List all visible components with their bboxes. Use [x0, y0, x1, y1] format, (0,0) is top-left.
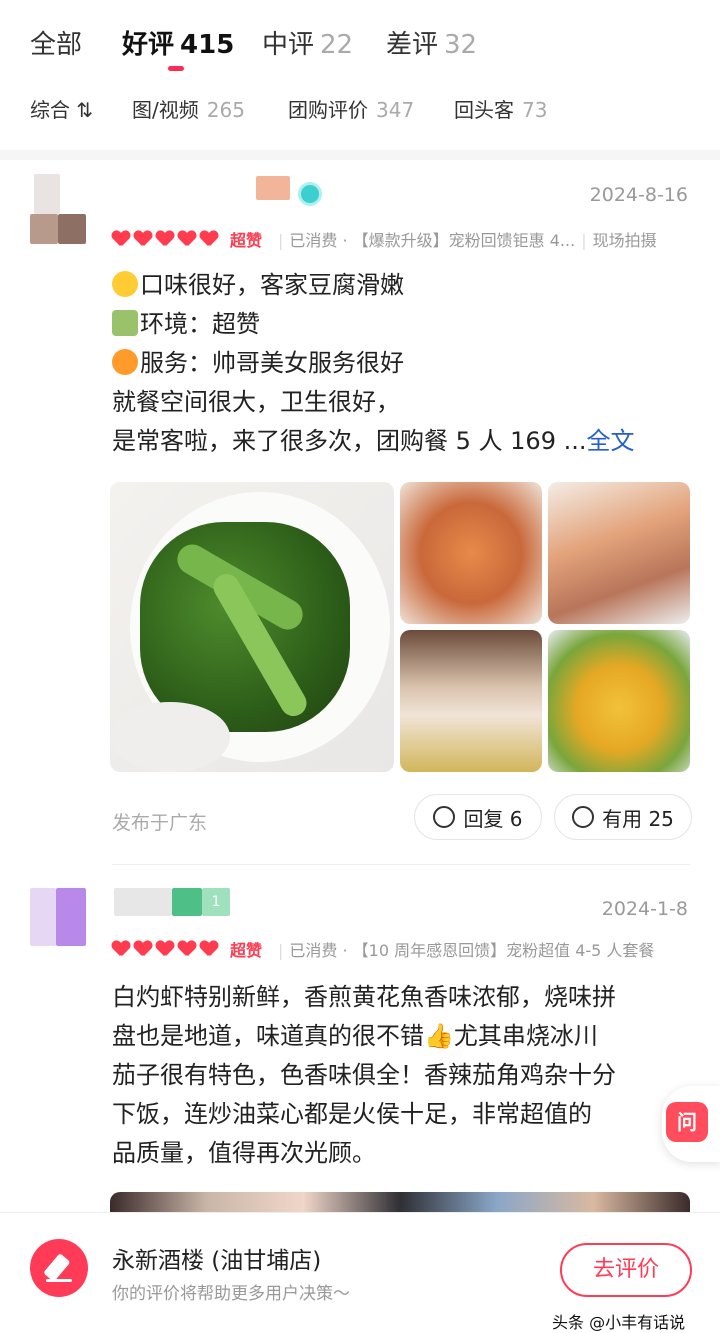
filter-returning[interactable]: 回头客 73: [454, 94, 547, 123]
tab-label: 好评: [122, 30, 175, 60]
useful-label: 有用 25: [602, 806, 674, 831]
review-photo-scallops[interactable]: [400, 482, 542, 624]
smile-emoji-icon: [112, 271, 138, 297]
heart-icon: [178, 231, 196, 247]
review-line: 是常客啦，来了很多次，团购餐 5 人 169 ...: [112, 427, 587, 455]
review-text: 白灼虾特别新鲜，香煎黄花魚香味浓郁，烧味拼 盘也是地道，味道真的很不错👍尤其串烧…: [112, 978, 697, 1173]
review-card: 2024-8-16 超赞 | 已消费 · 【爆款升级】宠粉回馈钜惠 4... | 现场…: [0, 160, 720, 865]
review-photo-platters[interactable]: [548, 482, 690, 624]
level-badge-icon: [298, 182, 322, 206]
house-emoji-icon: [112, 310, 138, 336]
rating-word: 超赞: [230, 231, 263, 250]
review-date: 2024-8-16: [589, 184, 688, 206]
review-line: 茄子很有特色，色香味俱全！香辣茄角鸡杂十分: [112, 1061, 616, 1089]
full-text-link[interactable]: 全文: [586, 427, 634, 455]
question-icon: 问: [666, 1102, 708, 1142]
filter-count: 347: [376, 98, 415, 122]
heart-icon: [200, 941, 218, 957]
heart-icon: [112, 941, 130, 957]
review-meta-text: 已消费 · 【爆款升级】宠粉回馈钜惠 4...: [289, 231, 576, 250]
filter-group-buy[interactable]: 团购评价 347: [288, 94, 414, 123]
reply-label: 回复 6: [463, 806, 523, 831]
review-tabs: 全部 好评 415 中评 22 差评 32: [0, 0, 720, 80]
username-blurred: [256, 176, 290, 200]
heart-icon: [178, 941, 196, 957]
rating-row: 超赞 | 已消费 · 【10 周年感恩回馈】宠粉超值 4-5 人套餐: [112, 936, 654, 962]
shop-subtitle: 你的评价将帮助更多用户决策～: [112, 1284, 350, 1304]
filter-bar: 综合 ⇅ 图/视频 265 团购评价 347 回头客 73: [0, 86, 720, 130]
review-line: 服务：帅哥美女服务很好: [140, 349, 404, 377]
username-blurred: [114, 888, 172, 916]
review-photo-main[interactable]: [110, 482, 394, 772]
review-line: 白灼虾特别新鲜，香煎黄花魚香味浓郁，烧味拼: [112, 983, 616, 1011]
tab-negative[interactable]: 差评 32: [386, 24, 477, 61]
tab-all[interactable]: 全部: [30, 24, 82, 61]
review-photo-table[interactable]: [400, 630, 542, 772]
review-text: 口味很好，客家豆腐滑嫩 环境：超赞 服务：帅哥美女服务很好 就餐空间很大，卫生很…: [112, 266, 697, 461]
review-meta: | 已消费 · 【爆款升级】宠粉回馈钜惠 4... | 现场拍摄: [278, 231, 657, 250]
review-date: 2024-1-8: [601, 898, 688, 920]
publish-location: 发布于广东: [112, 812, 208, 834]
tab-label: 全部: [30, 30, 83, 60]
review-line: 品质量，值得再次光顾。: [112, 1139, 376, 1167]
rating-row: 超赞 | 已消费 · 【爆款升级】宠粉回馈钜惠 4... | 现场拍摄: [112, 226, 657, 252]
heart-emoji-icon: [112, 349, 138, 375]
review-card: 1 2024-1-8 超赞 | 已消费 · 【10 周年感恩回馈】宠粉超值 4-5…: [0, 870, 720, 1212]
heart-icon: [156, 231, 174, 247]
rating-word: 超赞: [230, 941, 263, 960]
tab-label: 中评: [262, 30, 315, 60]
avatar[interactable]: [30, 174, 86, 244]
tab-neutral[interactable]: 中评 22: [262, 24, 353, 61]
active-tab-indicator: [168, 66, 184, 71]
filter-photo-video[interactable]: 图/视频 265: [132, 94, 245, 123]
review-line: 环境：超赞: [140, 310, 260, 338]
filter-label: 团购评价: [288, 98, 368, 122]
tab-count: 415: [180, 30, 235, 60]
watermark: 头条 @小丰有话说: [552, 1313, 686, 1332]
filter-sort[interactable]: 综合 ⇅: [30, 94, 93, 123]
pencil-icon: [30, 1239, 88, 1297]
review-line: 盘也是地道，味道真的很不错👍尤其串烧冰川: [112, 1022, 598, 1050]
user-level-badge: 1: [202, 888, 230, 916]
filter-count: 73: [522, 98, 548, 122]
tab-positive[interactable]: 好评 415: [122, 24, 234, 61]
useful-button[interactable]: 有用 25: [554, 794, 692, 840]
tab-count: 32: [444, 30, 478, 60]
reply-button[interactable]: 回复 6: [414, 794, 542, 840]
write-review-button[interactable]: 去评价: [560, 1243, 692, 1297]
shop-name: 永新酒楼 (油甘埔店): [112, 1248, 322, 1274]
heart-icon: [112, 231, 130, 247]
avatar[interactable]: [30, 888, 86, 946]
tab-count: 22: [320, 30, 354, 60]
heart-icon: [134, 231, 152, 247]
username-blurred: [172, 888, 202, 916]
filter-label: 图/视频: [132, 98, 199, 122]
review-meta-tag: 现场拍摄: [592, 231, 657, 250]
smiley-icon: [572, 806, 595, 828]
filter-count: 265: [206, 98, 245, 122]
heart-icon: [134, 941, 152, 957]
filter-label: 回头客: [454, 98, 514, 122]
heart-icon: [200, 231, 218, 247]
ask-button[interactable]: 问: [662, 1086, 720, 1162]
review-line: 就餐空间很大，卫生很好，: [112, 388, 400, 416]
comment-icon: [433, 806, 456, 828]
bottom-bar: 永新酒楼 (油甘埔店) 你的评价将帮助更多用户决策～ 去评价 头条 @小丰有话说: [0, 1212, 720, 1333]
review-meta-text: 已消费 · 【10 周年感恩回馈】宠粉超值 4-5 人套餐: [289, 941, 655, 960]
review-photo-strip[interactable]: [110, 1192, 690, 1212]
filter-label: 综合 ⇅: [30, 98, 94, 122]
tab-label: 差评: [386, 30, 439, 60]
review-meta: | 已消费 · 【10 周年感恩回馈】宠粉超值 4-5 人套餐: [278, 941, 655, 960]
heart-icon: [156, 941, 174, 957]
review-separator: [112, 864, 690, 865]
review-line: 下饭，连炒油菜心都是火侯十足，非常超值的: [112, 1100, 592, 1128]
review-photo-corn[interactable]: [548, 630, 690, 772]
review-line: 口味很好，客家豆腐滑嫩: [140, 271, 404, 299]
section-divider: [0, 150, 720, 160]
